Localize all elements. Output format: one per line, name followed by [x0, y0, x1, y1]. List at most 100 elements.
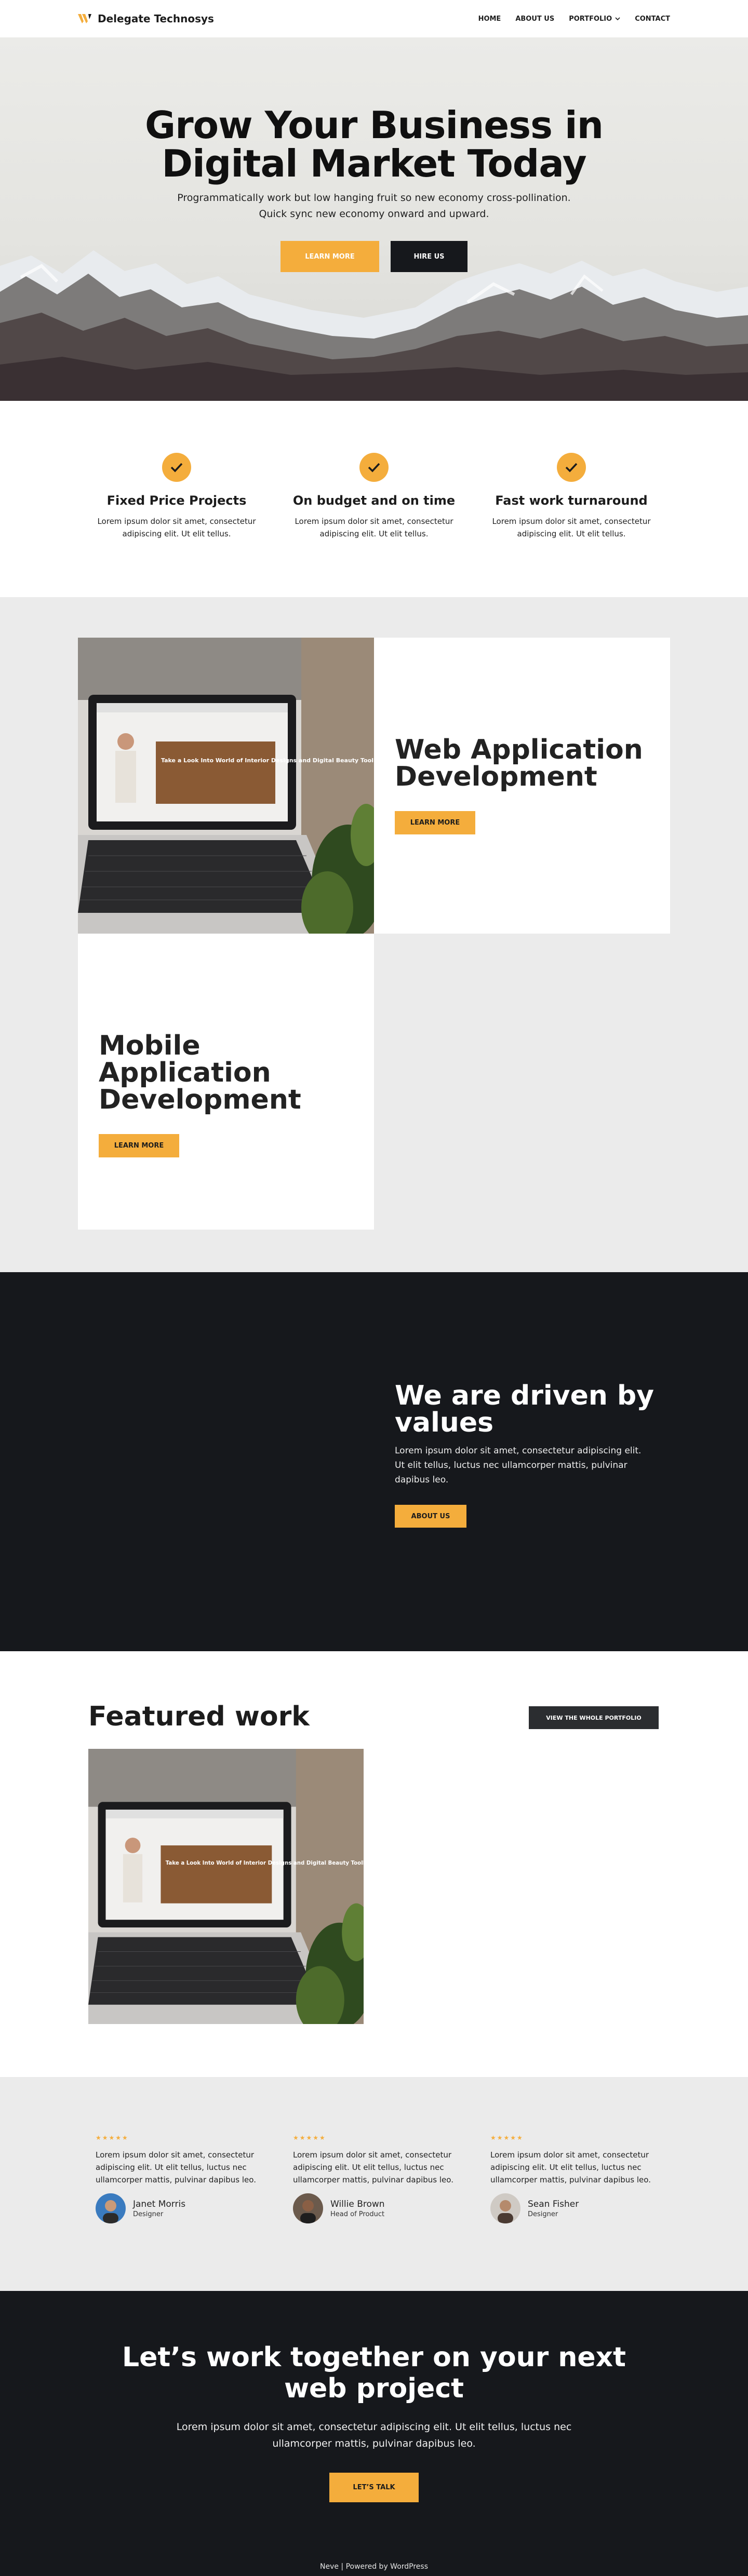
testimonial-line2: adipiscing elit. Ut elit tellus, luctus … — [293, 2163, 444, 2172]
learn-more-button[interactable]: LEARN MORE — [280, 241, 379, 272]
values-section: We are driven by values Lorem ipsum dolor… — [0, 1272, 748, 1651]
featured-section: Featured work VIEW THE WHOLE PORTFOLIO T… — [0, 1651, 748, 2077]
hero-title-line1: Grow Your Business in — [145, 103, 604, 147]
feature-text-line2: adipiscing elit. Ut elit tellus. — [517, 529, 626, 538]
feature-text: Lorem ipsum dolor sit amet, consectetur a… — [291, 515, 457, 540]
testimonial-text: Lorem ipsum dolor sit amet, consectetur a… — [490, 2149, 652, 2186]
testimonial-text: Lorem ipsum dolor sit amet, consectetur a… — [96, 2149, 258, 2186]
footer-credit[interactable]: Neve | Powered by WordPress — [0, 2562, 748, 2571]
feature-text-line1: Lorem ipsum dolor sit amet, consectetur — [295, 517, 453, 526]
values-title-line1: We are driven by — [395, 1380, 654, 1411]
web-app-title-line1: Web Application — [395, 734, 643, 765]
testimonial-line1: Lorem ipsum dolor sit amet, consectetur — [293, 2150, 452, 2160]
testimonial-card: ★★★★★ Lorem ipsum dolor sit amet, consec… — [96, 2134, 258, 2291]
testimonials-section: ★★★★★ Lorem ipsum dolor sit amet, consec… — [0, 2077, 748, 2291]
cta-title: Let’s work together on your next web proj… — [0, 2291, 748, 2404]
testimonial-line3: ullamcorper mattis, pulvinar dapibus leo… — [293, 2175, 453, 2184]
featured-screen-headline: Take a Look Into World of Interior Desig… — [166, 1860, 364, 1866]
values-text-line3: dapibus leo. — [395, 1475, 449, 1485]
cta-text-line1: Lorem ipsum dolor sit amet, consectetur … — [176, 2421, 572, 2433]
feature-text-line1: Lorem ipsum dolor sit amet, consectetur — [97, 517, 256, 526]
cta-text: Lorem ipsum dolor sit amet, consectetur … — [0, 2419, 748, 2452]
feature-text: Lorem ipsum dolor sit amet, consectetur a… — [488, 515, 654, 540]
feature-text-line1: Lorem ipsum dolor sit amet, consectetur — [492, 517, 651, 526]
testimonial-line1: Lorem ipsum dolor sit amet, consectetur — [96, 2150, 255, 2160]
lets-talk-button[interactable]: LET’S TALK — [329, 2473, 419, 2502]
screen-headline: Take a Look Into World of Interior Desig… — [161, 757, 374, 764]
avatar — [490, 2193, 520, 2223]
brand-name: Delegate Technosys — [98, 12, 214, 25]
about-us-button[interactable]: ABOUT US — [395, 1505, 466, 1528]
cta-title-line1: Let’s work together on your next — [122, 2342, 626, 2373]
testimonial-line3: ullamcorper mattis, pulvinar dapibus leo… — [490, 2175, 651, 2184]
avatar — [293, 2193, 323, 2223]
mobile-app-title: Mobile Application Development — [99, 1032, 353, 1113]
person-role: Designer — [528, 2210, 558, 2218]
nav-contact[interactable]: CONTACT — [635, 15, 670, 23]
values-title-line2: values — [395, 1407, 494, 1438]
feature-text-line2: adipiscing elit. Ut elit tellus. — [122, 529, 231, 538]
check-icon — [557, 453, 586, 482]
hire-us-button[interactable]: HIRE US — [391, 241, 468, 272]
values-text-line1: Lorem ipsum dolor sit amet, consectetur … — [395, 1446, 642, 1456]
star-rating: ★★★★★ — [490, 2134, 524, 2141]
values-text: Lorem ipsum dolor sit amet, consectetur … — [395, 1444, 654, 1487]
mobile-app-card: Mobile Application Development LEARN MORE — [78, 934, 374, 1230]
nav-about[interactable]: ABOUT US — [515, 15, 554, 23]
feature-item: Fixed Price Projects Lorem ipsum dolor s… — [94, 453, 260, 597]
nav-portfolio[interactable]: PORTFOLIO — [569, 15, 620, 23]
feature-text-line2: adipiscing elit. Ut elit tellus. — [319, 529, 429, 538]
services-section: Take a Look Into World of Interior Desig… — [0, 597, 748, 1272]
brand-logo-icon — [78, 14, 91, 23]
testimonial-line2: adipiscing elit. Ut elit tellus, luctus … — [96, 2163, 247, 2172]
cta-section: Let’s work together on your next web proj… — [0, 2291, 748, 2576]
feature-item: On budget and on time Lorem ipsum dolor … — [291, 453, 457, 597]
feature-text: Lorem ipsum dolor sit amet, consectetur a… — [94, 515, 260, 540]
person-name: Sean Fisher — [528, 2199, 579, 2209]
star-rating: ★★★★★ — [96, 2134, 129, 2141]
hero-subtitle-line2: Quick sync new economy onward and upward… — [259, 208, 489, 220]
cta-text-line2: ullamcorper mattis, pulvinar dapibus leo… — [272, 2438, 476, 2449]
hero-title-line2: Digital Market Today — [162, 142, 586, 185]
person-role: Designer — [133, 2210, 164, 2218]
feature-title: On budget and on time — [292, 493, 456, 508]
web-learn-more-button[interactable]: LEARN MORE — [395, 811, 475, 834]
mobile-app-title-line1: Mobile Application — [99, 1030, 271, 1088]
testimonial-card: ★★★★★ Lorem ipsum dolor sit amet, consec… — [490, 2134, 652, 2291]
testimonial-line3: ullamcorper mattis, pulvinar dapibus leo… — [96, 2175, 256, 2184]
nav-portfolio-label: PORTFOLIO — [569, 15, 612, 23]
featured-title: Featured work — [88, 1701, 310, 1732]
hero-section: Grow Your Business in Digital Market Tod… — [0, 37, 748, 401]
check-icon — [162, 453, 191, 482]
check-icon — [359, 453, 389, 482]
cta-title-line2: web project — [284, 2373, 464, 2404]
hero-title: Grow Your Business in Digital Market Tod… — [0, 106, 748, 183]
values-title: We are driven by values — [395, 1382, 654, 1436]
star-rating: ★★★★★ — [293, 2134, 326, 2141]
chevron-down-icon[interactable] — [615, 16, 620, 21]
brand[interactable]: Delegate Technosys — [78, 12, 214, 25]
feature-title: Fast work turnaround — [495, 493, 648, 508]
site-header: Delegate Technosys HOME ABOUT US PORTFOL… — [0, 0, 748, 37]
person-role: Head of Product — [330, 2210, 385, 2218]
mobile-app-title-line2: Development — [99, 1084, 301, 1115]
feature-title: Fixed Price Projects — [106, 493, 247, 508]
main-nav: HOME ABOUT US PORTFOLIO CONTACT — [478, 15, 670, 23]
avatar — [96, 2193, 126, 2223]
testimonial-line2: adipiscing elit. Ut elit tellus, luctus … — [490, 2163, 642, 2172]
laptop-image: Take a Look Into World of Interior Desig… — [78, 638, 384, 944]
view-portfolio-button[interactable]: VIEW THE WHOLE PORTFOLIO — [529, 1706, 659, 1729]
web-app-title-line2: Development — [395, 761, 597, 792]
web-app-card: Web Application Development LEARN MORE — [374, 638, 670, 934]
mobile-learn-more-button[interactable]: LEARN MORE — [99, 1134, 179, 1157]
feature-item: Fast work turnaround Lorem ipsum dolor s… — [488, 453, 654, 597]
web-app-title: Web Application Development — [395, 736, 649, 790]
person-name: Willie Brown — [330, 2199, 385, 2209]
nav-home[interactable]: HOME — [478, 15, 501, 23]
testimonial-text: Lorem ipsum dolor sit amet, consectetur a… — [293, 2149, 455, 2186]
values-text-line2: Ut elit tellus, luctus nec ullamcorper m… — [395, 1460, 627, 1471]
testimonial-card: ★★★★★ Lorem ipsum dolor sit amet, consec… — [293, 2134, 455, 2291]
features-section: Fixed Price Projects Lorem ipsum dolor s… — [0, 401, 748, 597]
hero-subtitle-line1: Programmatically work but low hanging fr… — [177, 192, 571, 204]
featured-work-image[interactable]: Take a Look Into World of Interior Desig… — [88, 1749, 373, 2034]
